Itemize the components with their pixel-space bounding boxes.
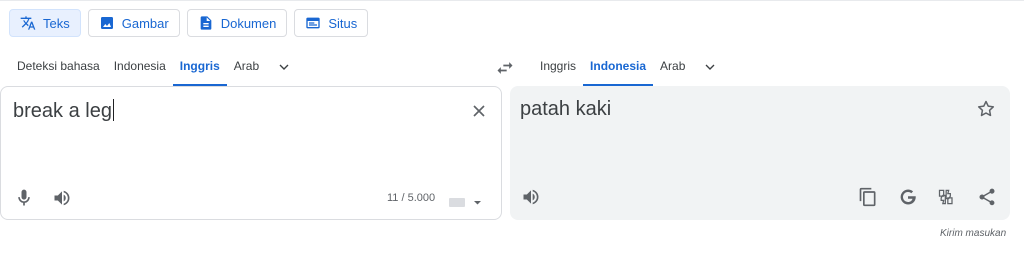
source-lang-detect[interactable]: Deteksi bahasa xyxy=(10,48,107,86)
source-text-panel: break a leg 11 / 5.000 xyxy=(0,86,502,220)
google-search-button[interactable] xyxy=(898,187,918,207)
share-translation-button[interactable] xyxy=(977,187,997,207)
thumbs-up-down-icon xyxy=(938,189,953,205)
clear-text-button[interactable] xyxy=(469,101,489,121)
source-text-input[interactable]: break a leg xyxy=(13,99,114,123)
google-g-icon xyxy=(900,189,916,205)
website-icon xyxy=(305,15,321,31)
copy-icon xyxy=(859,187,876,207)
target-lang-english[interactable]: Inggris xyxy=(533,48,583,86)
source-language-bar: Deteksi bahasa Indonesia Inggris Arab xyxy=(10,48,302,86)
swap-icon xyxy=(497,62,513,74)
mode-document-button[interactable]: Dokumen xyxy=(186,9,288,37)
source-lang-english[interactable]: Inggris xyxy=(172,48,227,86)
mode-website-button[interactable]: Situs xyxy=(294,9,369,37)
mode-text-button[interactable]: Teks xyxy=(9,9,81,37)
source-lang-more-button[interactable] xyxy=(266,48,302,86)
microphone-button[interactable] xyxy=(14,188,34,208)
keyboard-icon xyxy=(449,198,481,207)
target-language-bar: Inggris Indonesia Arab xyxy=(533,48,728,86)
chevron-down-icon xyxy=(279,64,289,70)
mode-document-label: Dokumen xyxy=(220,15,277,31)
source-lang-arabic[interactable]: Arab xyxy=(227,48,266,86)
text-cursor xyxy=(112,99,114,121)
image-icon xyxy=(99,15,115,31)
rate-translation-button[interactable] xyxy=(937,187,957,207)
mode-image-button[interactable]: Gambar xyxy=(87,9,180,37)
translation-text: patah kaki xyxy=(520,98,612,120)
translate-icon xyxy=(20,15,36,31)
source-listen-button[interactable] xyxy=(52,188,72,208)
send-feedback-link[interactable]: Kirim masukan xyxy=(940,228,1006,239)
top-divider xyxy=(0,0,1024,1)
mode-website-label: Situs xyxy=(328,15,358,31)
mode-tabs: Teks Gambar Dokumen Situs xyxy=(9,9,369,37)
target-listen-button[interactable] xyxy=(521,187,541,207)
swap-languages-button[interactable] xyxy=(495,58,515,78)
source-text: break a leg xyxy=(13,100,112,122)
character-counter: 11 / 5.000 xyxy=(387,192,436,204)
chevron-down-icon xyxy=(705,64,715,70)
share-icon xyxy=(979,188,995,206)
save-translation-button[interactable] xyxy=(976,99,996,119)
microphone-icon xyxy=(18,189,30,206)
source-lang-indonesian[interactable]: Indonesia xyxy=(107,48,173,86)
mode-image-label: Gambar xyxy=(121,15,169,31)
speaker-icon xyxy=(54,190,70,206)
copy-translation-button[interactable] xyxy=(858,187,878,207)
close-icon xyxy=(473,105,485,117)
mode-text-label: Teks xyxy=(43,15,70,31)
speaker-icon xyxy=(523,189,539,205)
star-icon xyxy=(977,100,995,117)
translation-panel: patah kaki xyxy=(510,86,1010,220)
target-lang-indonesian[interactable]: Indonesia xyxy=(583,48,654,86)
virtual-keyboard-button[interactable] xyxy=(449,195,483,209)
document-icon xyxy=(198,15,214,31)
target-lang-arabic[interactable]: Arab xyxy=(653,48,692,86)
target-lang-more-button[interactable] xyxy=(692,48,728,86)
